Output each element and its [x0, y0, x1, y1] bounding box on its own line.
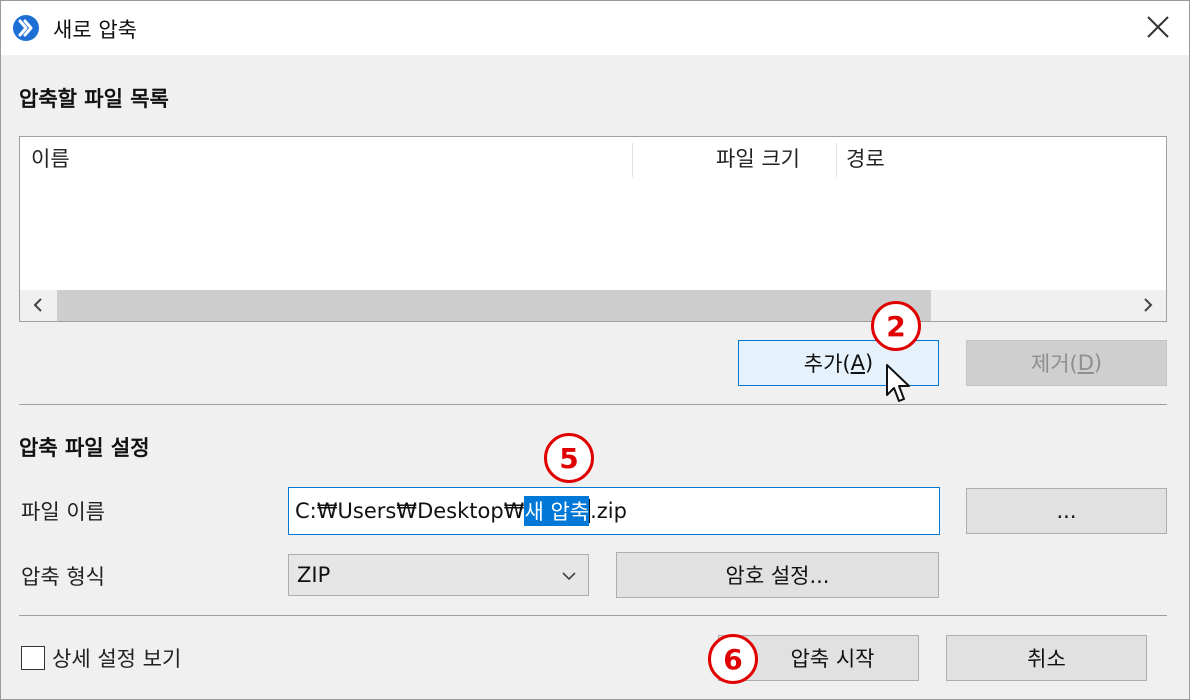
file-name-label: 파일 이름: [21, 500, 105, 524]
details-checkbox-label: 상세 설정 보기: [52, 647, 182, 671]
remove-button-label: 제거(: [1030, 352, 1078, 376]
archive-settings-section-title: 압축 파일 설정: [19, 436, 150, 460]
remove-button[interactable]: 제거(D): [966, 340, 1167, 386]
remove-button-mnemonic: D: [1077, 351, 1094, 375]
file-list-section-title: 압축할 파일 목록: [19, 87, 169, 111]
scrollbar-thumb[interactable]: [57, 290, 931, 321]
format-selected-value: ZIP: [297, 563, 331, 587]
step-badge-5: 5: [544, 433, 594, 483]
browse-button[interactable]: ...: [966, 488, 1167, 534]
file-list[interactable]: 이름 파일 크기 경로: [19, 136, 1167, 322]
section-divider: [19, 404, 1167, 405]
column-header-size[interactable]: 파일 크기: [716, 143, 800, 173]
window-title: 새로 압축: [53, 18, 137, 42]
chevron-down-icon: [562, 572, 576, 581]
cancel-button[interactable]: 취소: [946, 635, 1147, 681]
column-header-path[interactable]: 경로: [846, 143, 885, 173]
format-label: 압축 형식: [21, 565, 105, 589]
section-divider: [19, 615, 1167, 616]
scroll-left-button[interactable]: [30, 296, 48, 314]
column-separator[interactable]: [836, 143, 837, 177]
start-compress-label: 압축 시작: [790, 647, 875, 671]
chevron-right-icon: [1144, 298, 1153, 312]
new-archive-dialog: 새로 압축 압축할 파일 목록 이름 파일 크기 경로 추가(A) 제거(…: [0, 0, 1190, 700]
close-icon: [1147, 16, 1169, 38]
file-name-selected-text: 새 압축: [524, 496, 590, 526]
step-badge-2: 2: [871, 301, 921, 351]
add-button-mnemonic: A: [850, 351, 865, 375]
format-select[interactable]: ZIP: [288, 554, 589, 596]
details-checkbox-row[interactable]: 상세 설정 보기: [21, 641, 181, 675]
horizontal-scrollbar[interactable]: [20, 290, 1166, 321]
column-header-name[interactable]: 이름: [31, 143, 70, 173]
file-name-path: C:₩Users₩Desktop₩: [295, 499, 525, 523]
add-button-label: 추가(: [803, 352, 851, 376]
password-settings-button[interactable]: 암호 설정...: [616, 552, 939, 598]
title-bar: 새로 압축: [1, 1, 1189, 55]
details-checkbox[interactable]: [21, 646, 45, 670]
remove-button-label-end: ): [1093, 351, 1103, 375]
column-separator[interactable]: [632, 143, 633, 177]
add-button-label-end: ): [865, 351, 874, 375]
file-name-input[interactable]: C:₩Users₩Desktop₩ 새 압축 .zip: [288, 487, 940, 535]
app-arrow-icon: [13, 15, 39, 41]
scroll-right-button[interactable]: [1138, 296, 1156, 314]
step-badge-6: 6: [708, 634, 758, 684]
file-name-extension: .zip: [590, 499, 627, 523]
chevron-left-icon: [33, 298, 42, 312]
close-button[interactable]: [1141, 9, 1175, 45]
